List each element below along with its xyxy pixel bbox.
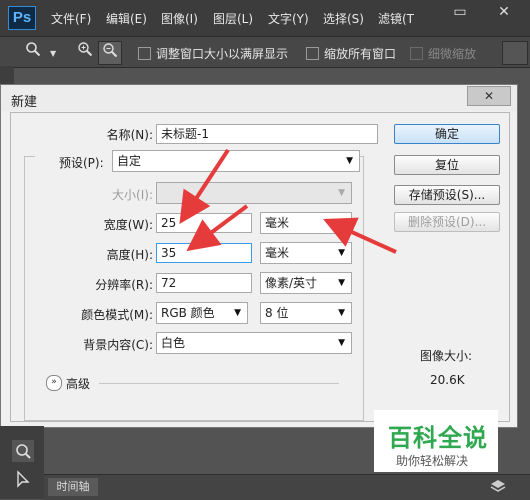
annotation-arrow-width	[179, 148, 230, 225]
annotation-arrow-unit	[323, 217, 397, 254]
annotation-arrow-height	[186, 204, 249, 252]
annotation-arrows	[179, 148, 397, 254]
